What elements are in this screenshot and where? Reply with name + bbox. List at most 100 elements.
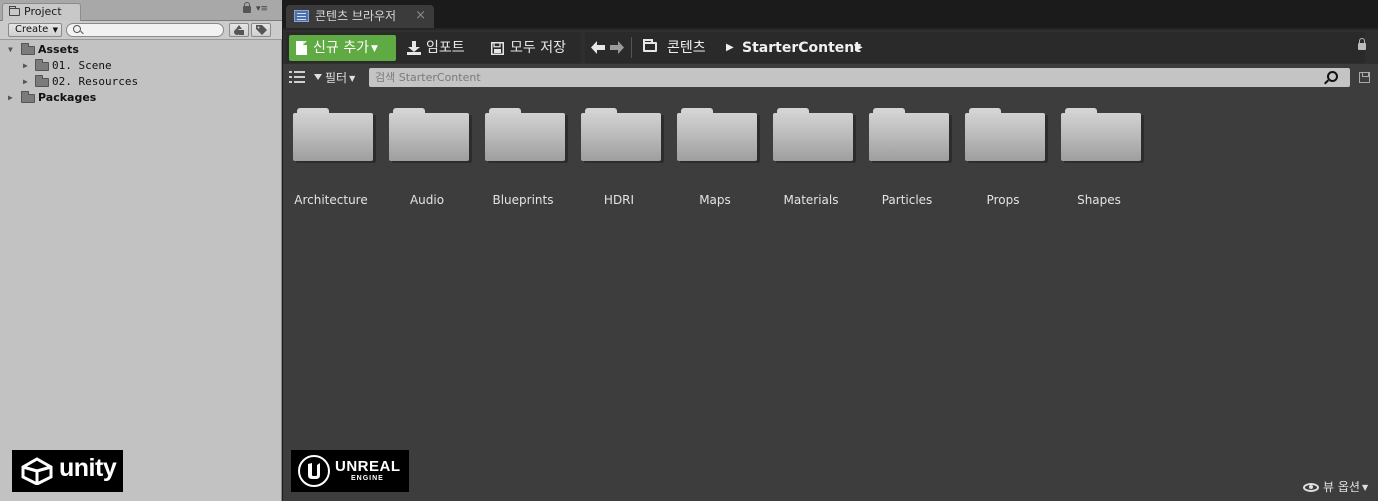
unity-logo-text: unity [59,454,117,482]
folder-icon [35,75,49,87]
view-options-button[interactable]: 뷰 옵션 ▼ [1303,478,1368,497]
shapes-icon [234,25,244,35]
folder-tile-label: Props [986,193,1020,207]
tree-item-label: 02. Resources [52,75,139,88]
tree-item-packages[interactable]: ▶ Packages [0,90,282,106]
folder-icon [965,108,1045,161]
ue-filter-bar: 필터 ▼ [283,66,1378,90]
folder-icon [9,6,20,16]
folder-tile-label: Particles [881,193,933,207]
ue-action-group: 신규 추가 ▼ 임포트 모두 저장 [286,32,581,63]
expand-right-icon[interactable]: ▶ [23,74,28,90]
folder-tile-label: HDRI [603,193,635,207]
breadcrumb-separator-icon[interactable]: ▶ [726,35,734,61]
dropdown-arrow-icon: ▼ [349,74,356,83]
lock-icon[interactable] [243,2,251,13]
folder-icon [677,108,757,161]
screen: Project ▾≡ Create ▼ ▼ Assets ▶ 01. Scene… [0,0,1378,501]
folder-icon [485,108,565,161]
close-icon[interactable]: × [415,5,426,27]
expand-right-icon[interactable]: ▶ [8,90,13,106]
breadcrumb-separator-icon[interactable]: ▶ [855,35,863,61]
folder-tile-label: Materials [783,193,839,207]
folder-icon [1061,108,1141,161]
filters-label: 필터 [325,71,348,85]
folder-tile-label: Blueprints [492,193,554,207]
sources-panel-toggle-icon[interactable] [289,70,305,84]
folder-icon [35,59,49,71]
expand-down-icon[interactable]: ▼ [8,42,13,58]
folder-tile[interactable]: Materials [763,100,859,212]
tree-item-resources[interactable]: ▶ 02. Resources [0,74,282,90]
ue-toolbar: 신규 추가 ▼ 임포트 모두 저장 콘텐츠 ▶ StarterContent ▶ [283,28,1378,64]
forward-arrow-icon[interactable] [610,41,624,54]
save-search-icon[interactable] [1359,72,1370,83]
folder-tile-label: Shapes [1077,193,1121,207]
folder-icon [21,43,35,55]
tag-icon [255,25,267,35]
search-by-label-button[interactable] [251,23,271,37]
folder-tile[interactable]: Blueprints [475,100,571,212]
content-browser-icon [294,10,309,22]
folder-icon [581,108,661,161]
content-browser-tab[interactable]: 콘텐츠 브라우저 × [286,5,434,28]
back-arrow-icon[interactable] [591,41,605,54]
unity-project-tab[interactable]: Project [2,3,81,21]
ue-search-box [369,68,1350,87]
new-document-icon [296,41,307,55]
unreal-engine-logo: UNREAL ENGINE [291,450,409,492]
folder-icon [773,108,853,161]
dropdown-arrow-icon: ▼ [1361,483,1369,492]
toolbar-divider [631,37,632,58]
lock-icon[interactable] [1358,38,1366,50]
tree-item-label: Packages [38,91,97,104]
folder-tile[interactable]: Audio [379,100,475,212]
unreal-u-icon [298,455,330,487]
tree-item-assets[interactable]: ▼ Assets [0,42,282,58]
folder-icon [21,91,35,103]
tree-item-scene[interactable]: ▶ 01. Scene [0,58,282,74]
folder-tile[interactable]: Architecture [283,100,379,212]
filters-button[interactable]: 필터 ▼ [314,68,355,89]
unity-logo: unity [12,450,123,492]
breadcrumb-starter-content[interactable]: StarterContent [742,35,861,61]
unreal-content-browser: 콘텐츠 브라우저 × 신규 추가 ▼ 임포트 모두 저장 콘텐츠 ▶ Start… [283,0,1378,501]
import-button[interactable]: 임포트 [407,35,475,61]
search-icon [73,25,81,33]
unity-folder-tree: ▼ Assets ▶ 01. Scene ▶ 02. Resources ▶ P… [0,42,282,106]
folder-tile[interactable]: Props [955,100,1051,212]
breadcrumb-content[interactable]: 콘텐츠 [667,35,706,61]
engine-logo-text: ENGINE [351,475,384,482]
filter-icon [314,74,322,80]
ue-asset-grid: Architecture Audio Blueprints HDRI Maps … [283,100,1378,220]
folder-tile[interactable]: Shapes [1051,100,1147,212]
panel-menu-icon[interactable]: ▾≡ [256,4,268,14]
save-icon [491,42,504,55]
ue-navigation-group: 콘텐츠 ▶ StarterContent ▶ [585,32,1365,63]
open-folder-icon[interactable] [643,39,657,52]
add-new-label: 신규 추가 [313,40,369,56]
folder-tile[interactable]: Particles [859,100,955,212]
folder-icon [293,108,373,161]
folder-tile[interactable]: Maps [667,100,763,212]
create-button[interactable]: Create ▼ [8,23,62,37]
expand-right-icon[interactable]: ▶ [23,58,28,74]
ue-search-input[interactable] [369,68,1309,87]
create-button-label: Create [15,24,49,35]
tree-item-label: 01. Scene [52,59,112,72]
search-icon[interactable] [1327,71,1338,82]
view-options-label: 뷰 옵션 [1323,480,1360,494]
download-icon [407,41,421,55]
add-new-button[interactable]: 신규 추가 ▼ [289,35,396,61]
folder-tile-label: Audio [409,193,445,207]
folder-icon [389,108,469,161]
folder-tile-label: Maps [699,193,731,207]
eye-icon [1303,483,1319,492]
folder-tile[interactable]: HDRI [571,100,667,212]
unity-cube-icon [21,457,53,485]
content-browser-tab-label: 콘텐츠 브라우저 [315,9,397,23]
unity-project-tab-label: Project [24,5,62,18]
unity-search-input[interactable] [66,23,224,37]
save-all-button[interactable]: 모두 저장 [491,35,579,61]
search-by-type-button[interactable] [229,23,249,37]
